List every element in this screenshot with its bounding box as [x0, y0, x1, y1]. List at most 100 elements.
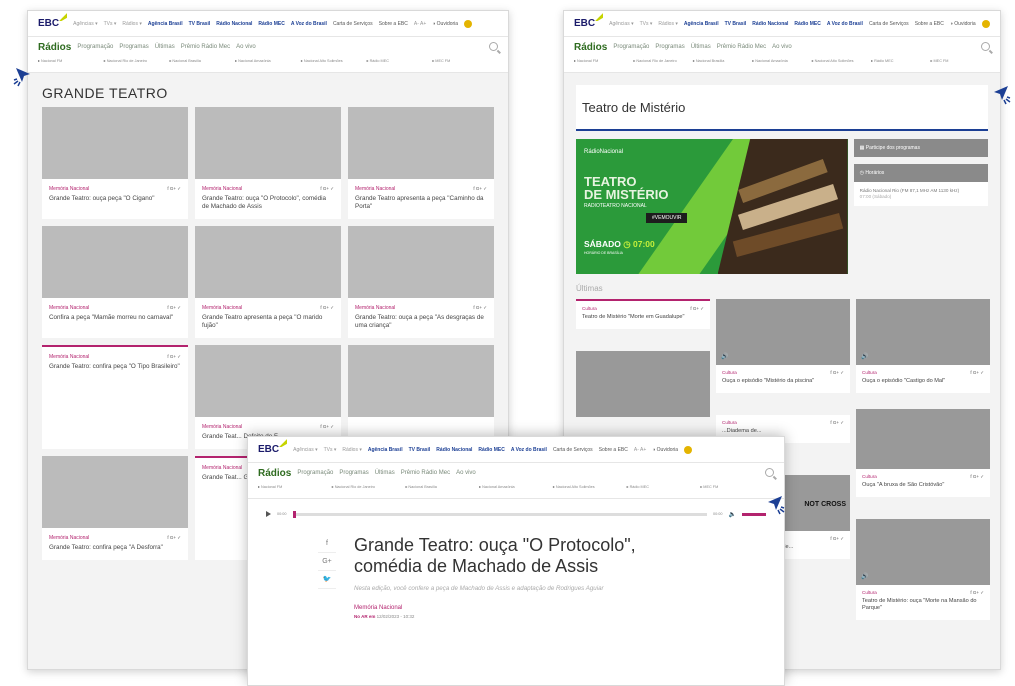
program-banner[interactable]: RádioNacional TEATRO DE MISTÉRIO RADIOTEA…: [576, 139, 848, 274]
font-size-controls[interactable]: A- A+: [414, 21, 426, 27]
topbar-link-carta[interactable]: Carta de Serviços: [869, 21, 909, 27]
topbar-link-radios[interactable]: Rádios ▾: [342, 447, 361, 453]
share-icons[interactable]: f G+ ✓: [167, 535, 181, 541]
article-image[interactable]: [195, 107, 341, 179]
article-image[interactable]: [576, 351, 710, 417]
article-tag[interactable]: Cultura: [722, 420, 737, 426]
station-link[interactable]: Nacional Alto Solimões: [553, 485, 627, 490]
topbar-link-tv-brasil[interactable]: TV Brasil: [409, 447, 431, 453]
share-icons[interactable]: f G+ ✓: [320, 186, 334, 192]
topbar-link-tvs[interactable]: TVs ▾: [104, 21, 117, 27]
station-link[interactable]: Nacional Amazônia: [235, 59, 301, 64]
article-tag[interactable]: Memória Nacional: [202, 186, 242, 192]
topbar-link-voz-do-brasil[interactable]: A Voz do Brasil: [291, 21, 327, 27]
nav-ao-vivo[interactable]: Ao vivo: [772, 44, 792, 50]
search-icon[interactable]: [765, 468, 774, 477]
participe-button[interactable]: ▦ Participe dos programas: [853, 139, 988, 157]
station-link[interactable]: Nacional FM: [574, 59, 633, 64]
article-tag[interactable]: Cultura: [722, 370, 737, 376]
topbar-link-radio-mec[interactable]: Rádio MEC: [794, 21, 820, 27]
article-card[interactable]: Memória Nacional f G+ ✓ Grande Teatro: ou…: [195, 107, 341, 219]
search-icon[interactable]: [981, 42, 990, 51]
topbar-link-agencia-brasil[interactable]: Agência Brasil: [684, 21, 719, 27]
article-image[interactable]: [856, 409, 990, 469]
nav-ultimas[interactable]: Últimas: [155, 44, 175, 50]
share-icons[interactable]: f G+ ✓: [970, 370, 984, 376]
article-title[interactable]: Grande Teatro: ouça peça "O Cigano": [42, 195, 188, 211]
article-tag[interactable]: Memória Nacional: [49, 535, 89, 541]
topbar-link-tv-brasil[interactable]: TV Brasil: [725, 21, 747, 27]
share-icons[interactable]: f G+ ✓: [167, 305, 181, 311]
ebc-logo[interactable]: EBC: [574, 13, 604, 29]
ouvidoria-link[interactable]: ◑ Ouvidoria: [432, 21, 458, 27]
article-title[interactable]: Confira a peça "Mamãe morreu no carnaval…: [42, 314, 188, 330]
station-link[interactable]: Nacional Rio de Janeiro: [633, 59, 692, 64]
topbar-link-carta[interactable]: Carta de Serviços: [333, 21, 373, 27]
share-icons[interactable]: f G+ ✓: [320, 424, 334, 430]
article-card[interactable]: 🔊 Cultura f G+ ✓ Teatro de Mistério: ouça…: [856, 519, 990, 620]
article-card[interactable]: Cultura f G+ ✓ Ouça "A bruxa de São Crist…: [856, 409, 990, 497]
station-link[interactable]: Rádio MEC: [367, 59, 433, 64]
accessibility-icon[interactable]: [464, 19, 473, 28]
radios-brand[interactable]: Rádios: [574, 42, 607, 53]
article-card[interactable]: Memória Nacional f G+ ✓ Grande Teatro apr…: [195, 226, 341, 338]
nav-programas[interactable]: Programas: [339, 470, 368, 476]
article-title[interactable]: Grande Teatro apresenta a peça "Caminho …: [348, 195, 494, 219]
topbar-link-radio-nacional[interactable]: Rádio Nacional: [436, 447, 472, 453]
accessibility-icon[interactable]: [684, 445, 693, 454]
topbar-link-agencias[interactable]: Agências ▾: [293, 447, 317, 453]
ouvidoria-link[interactable]: ◑ Ouvidoria: [652, 447, 678, 453]
article-image[interactable]: [42, 456, 188, 528]
share-icons[interactable]: f G+ ✓: [830, 370, 844, 376]
topbar-link-voz-do-brasil[interactable]: A Voz do Brasil: [511, 447, 547, 453]
ebc-logo[interactable]: EBC: [258, 439, 288, 455]
article-tag[interactable]: Memória Nacional: [49, 305, 89, 311]
station-link[interactable]: Nacional Rio de Janeiro: [332, 485, 406, 490]
nav-premio[interactable]: Prêmio Rádio Mec: [181, 44, 230, 50]
share-icons[interactable]: f G+ ✓: [473, 186, 487, 192]
article-tag[interactable]: Memória Nacional: [202, 424, 242, 430]
article-image[interactable]: 🔊: [856, 299, 990, 365]
nav-ultimas[interactable]: Últimas: [375, 470, 395, 476]
topbar-link-agencia-brasil[interactable]: Agência Brasil: [148, 21, 183, 27]
article-image[interactable]: [195, 345, 341, 417]
article-title[interactable]: Grande Teatro: ouça "O Protocolo", coméd…: [195, 195, 341, 219]
search-icon[interactable]: [489, 42, 498, 51]
article-image[interactable]: 🔊: [716, 299, 850, 365]
article-title[interactable]: Grande Teatro: ouça a peça "As desgraças…: [348, 314, 494, 338]
facebook-icon[interactable]: f: [318, 535, 336, 553]
article-tag[interactable]: Memória Nacional: [355, 305, 395, 311]
article-card[interactable]: 🔊 Cultura f G+ ✓ Ouça o episódio "Mistéri…: [716, 299, 850, 393]
article-card[interactable]: Memória Nacional f G+ ✓ Grande Teatro: co…: [42, 456, 188, 560]
topbar-link-voz-do-brasil[interactable]: A Voz do Brasil: [827, 21, 863, 27]
article-tag[interactable]: Memória Nacional: [49, 354, 89, 360]
station-link[interactable]: MEC FM: [700, 485, 774, 490]
share-icons[interactable]: f G+ ✓: [830, 420, 844, 426]
article-title[interactable]: Ouça o episódio "Mistério da piscina": [716, 378, 850, 393]
topbar-link-radio-mec[interactable]: Rádio MEC: [258, 21, 284, 27]
article-title[interactable]: Teatro de Mistério: ouça "Morte na Mansã…: [856, 598, 990, 620]
topbar-link-radio-mec[interactable]: Rádio MEC: [478, 447, 504, 453]
share-icons[interactable]: f G+ ✓: [970, 590, 984, 596]
nav-ao-vivo[interactable]: Ao vivo: [236, 44, 256, 50]
player-progress[interactable]: [292, 510, 707, 518]
station-link[interactable]: Nacional Rio de Janeiro: [104, 59, 170, 64]
article-image[interactable]: [348, 107, 494, 179]
topbar-link-sobre[interactable]: Sobre a EBC: [915, 21, 944, 27]
station-link[interactable]: Nacional Amazônia: [752, 59, 811, 64]
article-card[interactable]: Memória Nacional f G+ ✓ Grande Teat... De…: [195, 345, 341, 449]
article-card[interactable]: Memória Nacional f G+ ✓ Grande Teatro: ou…: [42, 107, 188, 219]
share-icons[interactable]: f G+ ✓: [830, 536, 844, 542]
station-link[interactable]: Nacional Alto Solimões: [301, 59, 367, 64]
article-tag[interactable]: Cultura: [582, 306, 597, 312]
topbar-link-radios[interactable]: Rádios ▾: [658, 21, 677, 27]
share-icons[interactable]: f G+ ✓: [970, 474, 984, 480]
topbar-link-carta[interactable]: Carta de Serviços: [553, 447, 593, 453]
article-title[interactable]: Grande Teatro: confira peça "A Desforra": [42, 544, 188, 560]
station-link[interactable]: Nacional FM: [258, 485, 332, 490]
nav-programas[interactable]: Programas: [655, 44, 684, 50]
article-tag[interactable]: Memória Nacional: [202, 305, 242, 311]
share-icons[interactable]: f G+ ✓: [320, 305, 334, 311]
share-icons[interactable]: f G+ ✓: [167, 354, 181, 360]
station-link[interactable]: Rádio MEC: [871, 59, 930, 64]
